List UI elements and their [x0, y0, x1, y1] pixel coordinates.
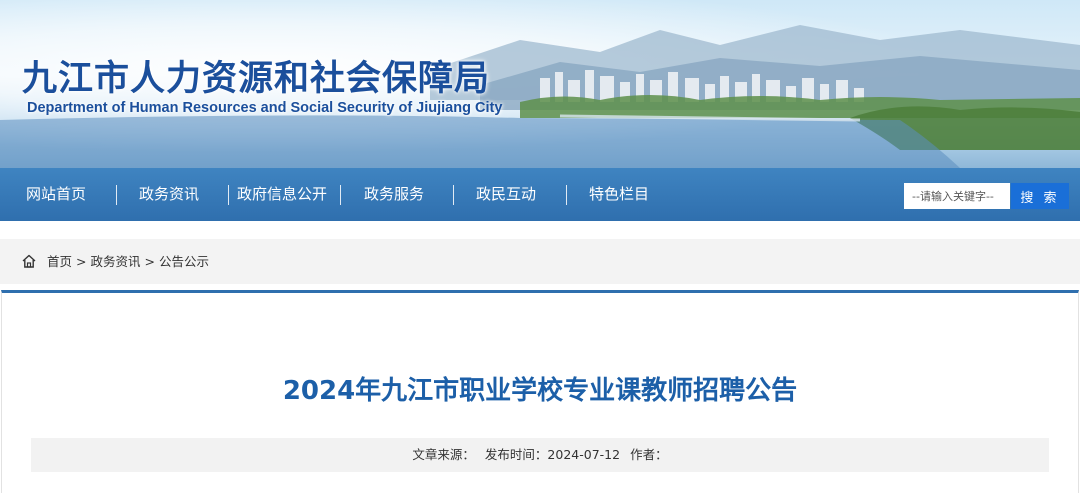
nav-item-services[interactable]: 政务服务 — [364, 168, 424, 221]
meta-date-label: 发布时间： — [484, 447, 548, 462]
nav-item-home[interactable]: 网站首页 — [26, 168, 86, 221]
nav-item-gov-info[interactable]: 政府信息公开 — [237, 168, 327, 221]
article-meta: 文章来源： 发布时间：2024-07-12 作者： — [0, 438, 1080, 472]
home-icon — [22, 254, 36, 268]
header-banner: 九江市人力资源和社会保障局 Department of Human Resour… — [0, 0, 1080, 168]
article-title: 2024年九江市职业学校专业课教师招聘公告 — [282, 376, 798, 406]
breadcrumb-separator: > — [76, 254, 87, 269]
site-title-en: Department of Human Resources and Social… — [27, 100, 503, 116]
breadcrumb-link-notices[interactable]: 公告公示 — [159, 254, 209, 269]
nav-separator — [340, 185, 341, 205]
nav-separator — [453, 185, 454, 205]
site-title-cn: 九江市人力资源和社会保障局 — [22, 58, 491, 99]
meta-date-value: 2024-07-12 — [547, 447, 621, 462]
search-button[interactable]: 搜 索 — [1011, 183, 1069, 209]
nav-separator — [566, 185, 567, 205]
nav-item-news[interactable]: 政务资讯 — [139, 168, 199, 221]
nav-separator — [116, 185, 117, 205]
meta-author-label: 作者： — [630, 447, 668, 462]
nav-separator — [228, 185, 229, 205]
meta-date: 发布时间：2024-07-12 — [485, 447, 620, 462]
breadcrumb-link-home[interactable]: 首页 — [47, 254, 72, 269]
breadcrumb-link-news[interactable]: 政务资讯 — [91, 254, 141, 269]
breadcrumb: 首页 > 政务资讯 > 公告公示 — [47, 239, 209, 284]
search-input[interactable] — [904, 183, 1010, 209]
nav-item-featured[interactable]: 特色栏目 — [589, 168, 649, 221]
nav-item-interaction[interactable]: 政民互动 — [476, 168, 536, 221]
breadcrumb-separator: > — [144, 254, 155, 269]
meta-source-label: 文章来源： — [412, 447, 475, 462]
